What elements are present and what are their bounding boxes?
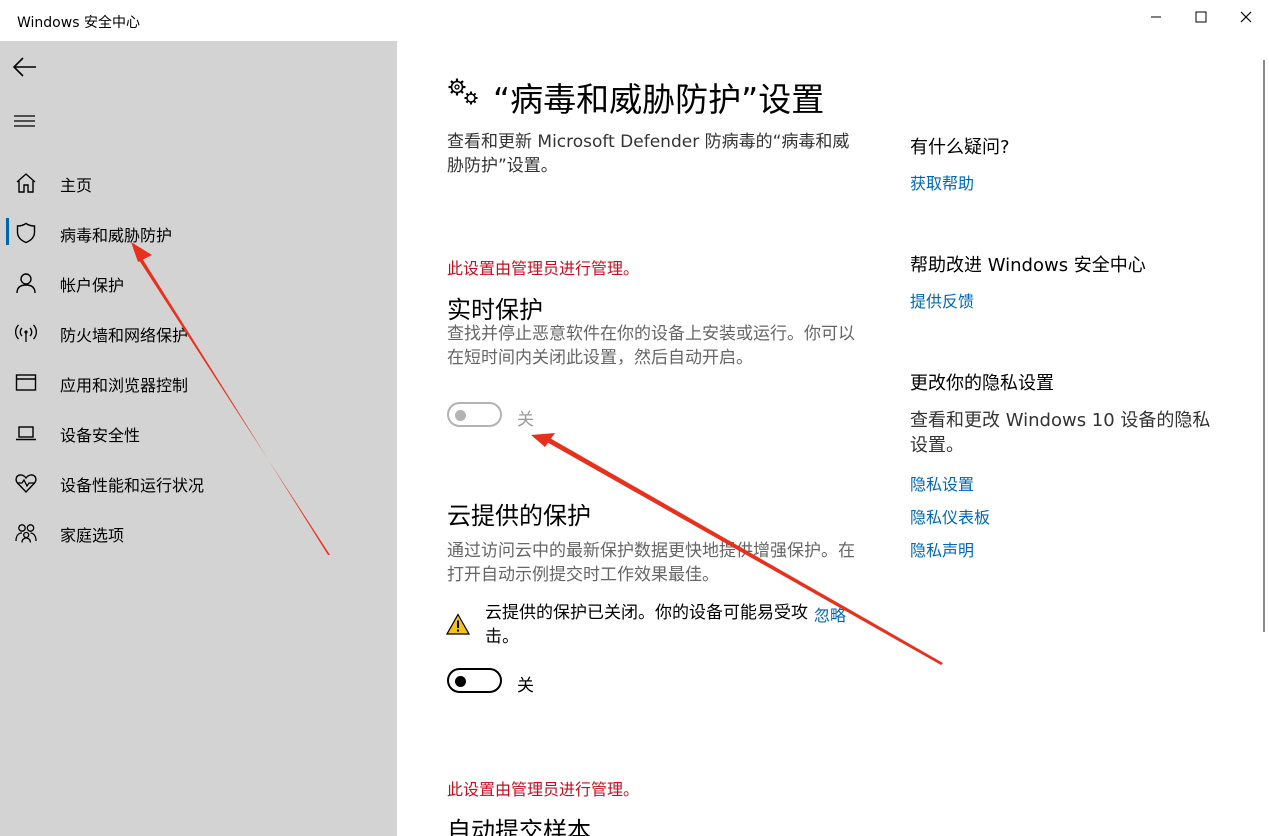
sidebar-item-label: 应用和浏览器控制 <box>60 376 189 395</box>
warning-triangle-icon <box>446 613 470 635</box>
sidebar-item-label: 病毒和威胁防护 <box>60 226 173 245</box>
page-title: “病毒和威胁防护”设置 <box>493 80 825 119</box>
main-content: “病毒和威胁防护”设置 查看和更新 Microsoft Defender 防病毒… <box>397 41 1269 836</box>
privacy-heading: 更改你的隐私设置 <box>910 373 1054 394</box>
sidebar-item-label: 防火墙和网络保护 <box>60 326 189 345</box>
privacy-statement-link[interactable]: 隐私声明 <box>910 537 974 561</box>
admin-managed-note: 此设置由管理员进行管理。 <box>447 259 640 278</box>
minimize-button[interactable] <box>1133 0 1179 34</box>
get-help-link[interactable]: 获取帮助 <box>910 170 974 194</box>
title-bar: Windows 安全中心 <box>0 0 1269 41</box>
selection-indicator <box>6 218 9 245</box>
sidebar-item-label: 帐户保护 <box>60 276 125 295</box>
dismiss-link[interactable]: 忽略 <box>814 602 846 626</box>
questions-heading: 有什么疑问? <box>910 137 1010 158</box>
sidebar-item-account-protection[interactable]: 帐户保护 <box>0 262 397 302</box>
improve-heading: 帮助改进 Windows 安全中心 <box>910 255 1146 276</box>
sidebar-item-label: 家庭选项 <box>60 526 125 545</box>
hamburger-menu-button[interactable] <box>10 108 42 136</box>
page-description: 查看和更新 Microsoft Defender 防病毒的“病毒和威胁防护”设置… <box>447 132 850 176</box>
section-title-realtime-protection: 实时保护 <box>447 296 543 324</box>
family-icon <box>15 524 37 543</box>
wifi-signal-icon <box>14 324 38 342</box>
back-arrow-icon <box>12 57 36 77</box>
toggle-knob <box>455 676 466 687</box>
window-title: Windows 安全中心 <box>17 15 140 31</box>
sidebar-item-virus-protection[interactable]: 病毒和威胁防护 <box>0 212 397 252</box>
section-title-cloud-protection: 云提供的保护 <box>447 502 591 530</box>
sidebar-item-family-options[interactable]: 家庭选项 <box>0 512 397 552</box>
sidebar-item-device-security[interactable]: 设备安全性 <box>0 412 397 452</box>
toggle-knob <box>455 410 466 421</box>
minimize-icon <box>1151 16 1161 18</box>
sidebar-item-home[interactable]: 主页 <box>0 162 397 202</box>
scrollbar[interactable] <box>1263 60 1265 632</box>
sidebar-item-label: 主页 <box>60 176 93 195</box>
hamburger-icon <box>14 115 35 127</box>
realtime-protection-toggle-label: 关 <box>517 410 534 430</box>
sidebar-item-app-browser-control[interactable]: 应用和浏览器控制 <box>0 362 397 402</box>
section-description: 查找并停止恶意软件在你的设备上安装或运行。你可以在短时间内关闭此设置，然后自动开… <box>447 324 855 368</box>
cloud-protection-toggle-label: 关 <box>517 676 534 696</box>
maximize-icon <box>1195 11 1207 23</box>
sidebar-item-label: 设备安全性 <box>60 426 141 445</box>
back-button[interactable] <box>10 53 42 81</box>
home-icon <box>16 173 36 193</box>
laptop-icon <box>16 426 36 441</box>
sidebar-item-label: 设备性能和运行状况 <box>60 476 205 495</box>
give-feedback-link[interactable]: 提供反馈 <box>910 288 974 312</box>
sidebar-item-device-performance[interactable]: 设备性能和运行状况 <box>0 462 397 502</box>
section-title-sample-submission: 自动提交样本 <box>447 817 591 836</box>
sidebar-item-firewall[interactable]: 防火墙和网络保护 <box>0 312 397 352</box>
cloud-protection-toggle[interactable] <box>447 668 502 693</box>
section-description: 通过访问云中的最新保护数据更快地提供增强保护。在打开自动示例提交时工作效果最佳。 <box>447 541 855 585</box>
close-icon <box>1240 11 1252 23</box>
cloud-protection-warning: 云提供的保护已关闭。你的设备可能易受攻击。 <box>485 603 808 647</box>
privacy-settings-link[interactable]: 隐私设置 <box>910 471 974 495</box>
realtime-protection-toggle[interactable] <box>447 402 502 427</box>
person-icon <box>16 273 36 294</box>
privacy-dashboard-link[interactable]: 隐私仪表板 <box>910 504 990 528</box>
browser-window-icon <box>15 374 37 391</box>
close-button[interactable] <box>1223 0 1269 34</box>
gears-icon <box>448 78 478 105</box>
maximize-button[interactable] <box>1178 0 1224 34</box>
sidebar: 主页 病毒和威胁防护 帐户保护 防火墙和网络保护 应用和浏览器控制 设备安全性 … <box>0 41 397 836</box>
admin-managed-note: 此设置由管理员进行管理。 <box>447 780 640 799</box>
privacy-description: 查看和更改 Windows 10 设备的隐私设置。 <box>910 410 1211 456</box>
shield-icon <box>16 222 36 244</box>
heart-pulse-icon <box>15 474 37 494</box>
